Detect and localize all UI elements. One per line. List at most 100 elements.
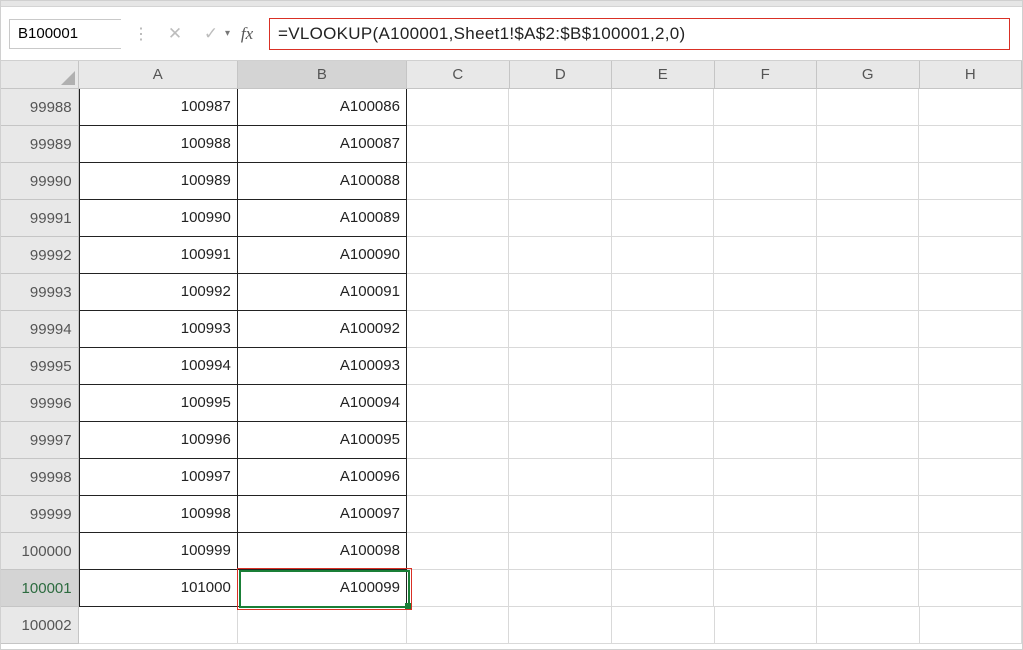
cell[interactable] [612, 311, 715, 348]
cell[interactable] [612, 385, 715, 422]
row-header[interactable]: 99998 [1, 459, 79, 496]
row-header[interactable]: 99994 [1, 311, 79, 348]
cell[interactable] [817, 89, 920, 126]
cell[interactable] [714, 274, 817, 311]
cell[interactable]: A100088 [238, 163, 407, 200]
cell[interactable] [612, 126, 715, 163]
cell[interactable] [509, 422, 612, 459]
cell[interactable] [612, 459, 715, 496]
cell[interactable] [612, 533, 715, 570]
cell[interactable] [919, 200, 1022, 237]
row-header[interactable]: 99999 [1, 496, 79, 533]
cell[interactable] [919, 237, 1022, 274]
cell[interactable] [79, 607, 238, 644]
cell[interactable]: A100091 [238, 274, 407, 311]
cell[interactable] [407, 385, 510, 422]
cell[interactable] [612, 496, 715, 533]
name-box-input[interactable] [10, 20, 225, 48]
cell[interactable] [612, 607, 715, 644]
cell[interactable] [817, 237, 920, 274]
row-header[interactable]: 99988 [1, 89, 79, 126]
cell[interactable] [509, 274, 612, 311]
name-box-dropdown-icon[interactable]: ▾ [225, 28, 230, 39]
cell[interactable]: A100099 [238, 570, 407, 607]
cell[interactable] [919, 459, 1022, 496]
cell[interactable] [817, 348, 920, 385]
cell[interactable] [509, 200, 612, 237]
cell[interactable] [920, 607, 1023, 644]
cell[interactable] [509, 496, 612, 533]
col-header-D[interactable]: D [510, 61, 613, 89]
cell[interactable]: A100096 [238, 459, 407, 496]
cell[interactable] [407, 570, 510, 607]
col-header-E[interactable]: E [612, 61, 715, 89]
row-header[interactable]: 100002 [1, 607, 79, 644]
cell[interactable]: A100097 [238, 496, 407, 533]
row-header[interactable]: 99990 [1, 163, 79, 200]
col-header-H[interactable]: H [920, 61, 1023, 89]
fx-button[interactable]: fx [233, 20, 261, 48]
cell[interactable] [407, 89, 510, 126]
confirm-button[interactable]: ✓ [197, 20, 225, 48]
col-header-B[interactable]: B [238, 61, 407, 89]
cell[interactable] [509, 89, 612, 126]
cell[interactable] [714, 385, 817, 422]
cell[interactable]: A100086 [238, 89, 407, 126]
cell[interactable] [509, 311, 612, 348]
cell[interactable] [714, 89, 817, 126]
cell[interactable]: 100992 [79, 274, 238, 311]
cell[interactable] [919, 163, 1022, 200]
cell[interactable] [714, 570, 817, 607]
cell[interactable]: A100094 [238, 385, 407, 422]
cell[interactable]: A100095 [238, 422, 407, 459]
cell[interactable] [509, 126, 612, 163]
cell[interactable]: 100993 [79, 311, 238, 348]
cell[interactable] [238, 607, 407, 644]
cell[interactable] [612, 163, 715, 200]
cell[interactable] [714, 126, 817, 163]
cell[interactable] [509, 607, 612, 644]
cell[interactable] [817, 126, 920, 163]
cell[interactable] [714, 533, 817, 570]
cell[interactable]: A100092 [238, 311, 407, 348]
cell[interactable]: 100995 [79, 385, 238, 422]
cell[interactable]: 100998 [79, 496, 238, 533]
cell[interactable] [919, 422, 1022, 459]
cell[interactable] [407, 348, 510, 385]
cell[interactable] [817, 385, 920, 422]
cell[interactable] [612, 348, 715, 385]
cell[interactable] [509, 348, 612, 385]
cell[interactable]: 100989 [79, 163, 238, 200]
cell[interactable] [817, 607, 920, 644]
cell[interactable] [509, 533, 612, 570]
row-header[interactable]: 100001 [1, 570, 79, 607]
cell[interactable] [407, 607, 510, 644]
cell[interactable] [714, 237, 817, 274]
cancel-button[interactable]: ✕ [161, 20, 189, 48]
cell[interactable] [919, 570, 1022, 607]
select-all-corner[interactable] [1, 61, 79, 89]
cell[interactable] [509, 570, 612, 607]
cell[interactable] [509, 459, 612, 496]
cell[interactable] [612, 237, 715, 274]
cell[interactable] [407, 459, 510, 496]
cell[interactable] [612, 274, 715, 311]
cell[interactable] [407, 200, 510, 237]
cell[interactable] [509, 237, 612, 274]
cell[interactable] [407, 496, 510, 533]
cell[interactable] [919, 348, 1022, 385]
cell[interactable]: A100098 [238, 533, 407, 570]
cell[interactable] [612, 200, 715, 237]
cell[interactable] [919, 533, 1022, 570]
col-header-A[interactable]: A [79, 61, 238, 89]
cell[interactable] [817, 422, 920, 459]
cell[interactable] [714, 496, 817, 533]
cell[interactable] [407, 274, 510, 311]
cell[interactable]: 100996 [79, 422, 238, 459]
formula-input[interactable]: =VLOOKUP(A100001,Sheet1!$A$2:$B$100001,2… [269, 18, 1010, 50]
col-header-C[interactable]: C [407, 61, 510, 89]
cell[interactable] [817, 496, 920, 533]
cell[interactable] [612, 570, 715, 607]
row-header[interactable]: 99996 [1, 385, 79, 422]
cell[interactable] [714, 163, 817, 200]
